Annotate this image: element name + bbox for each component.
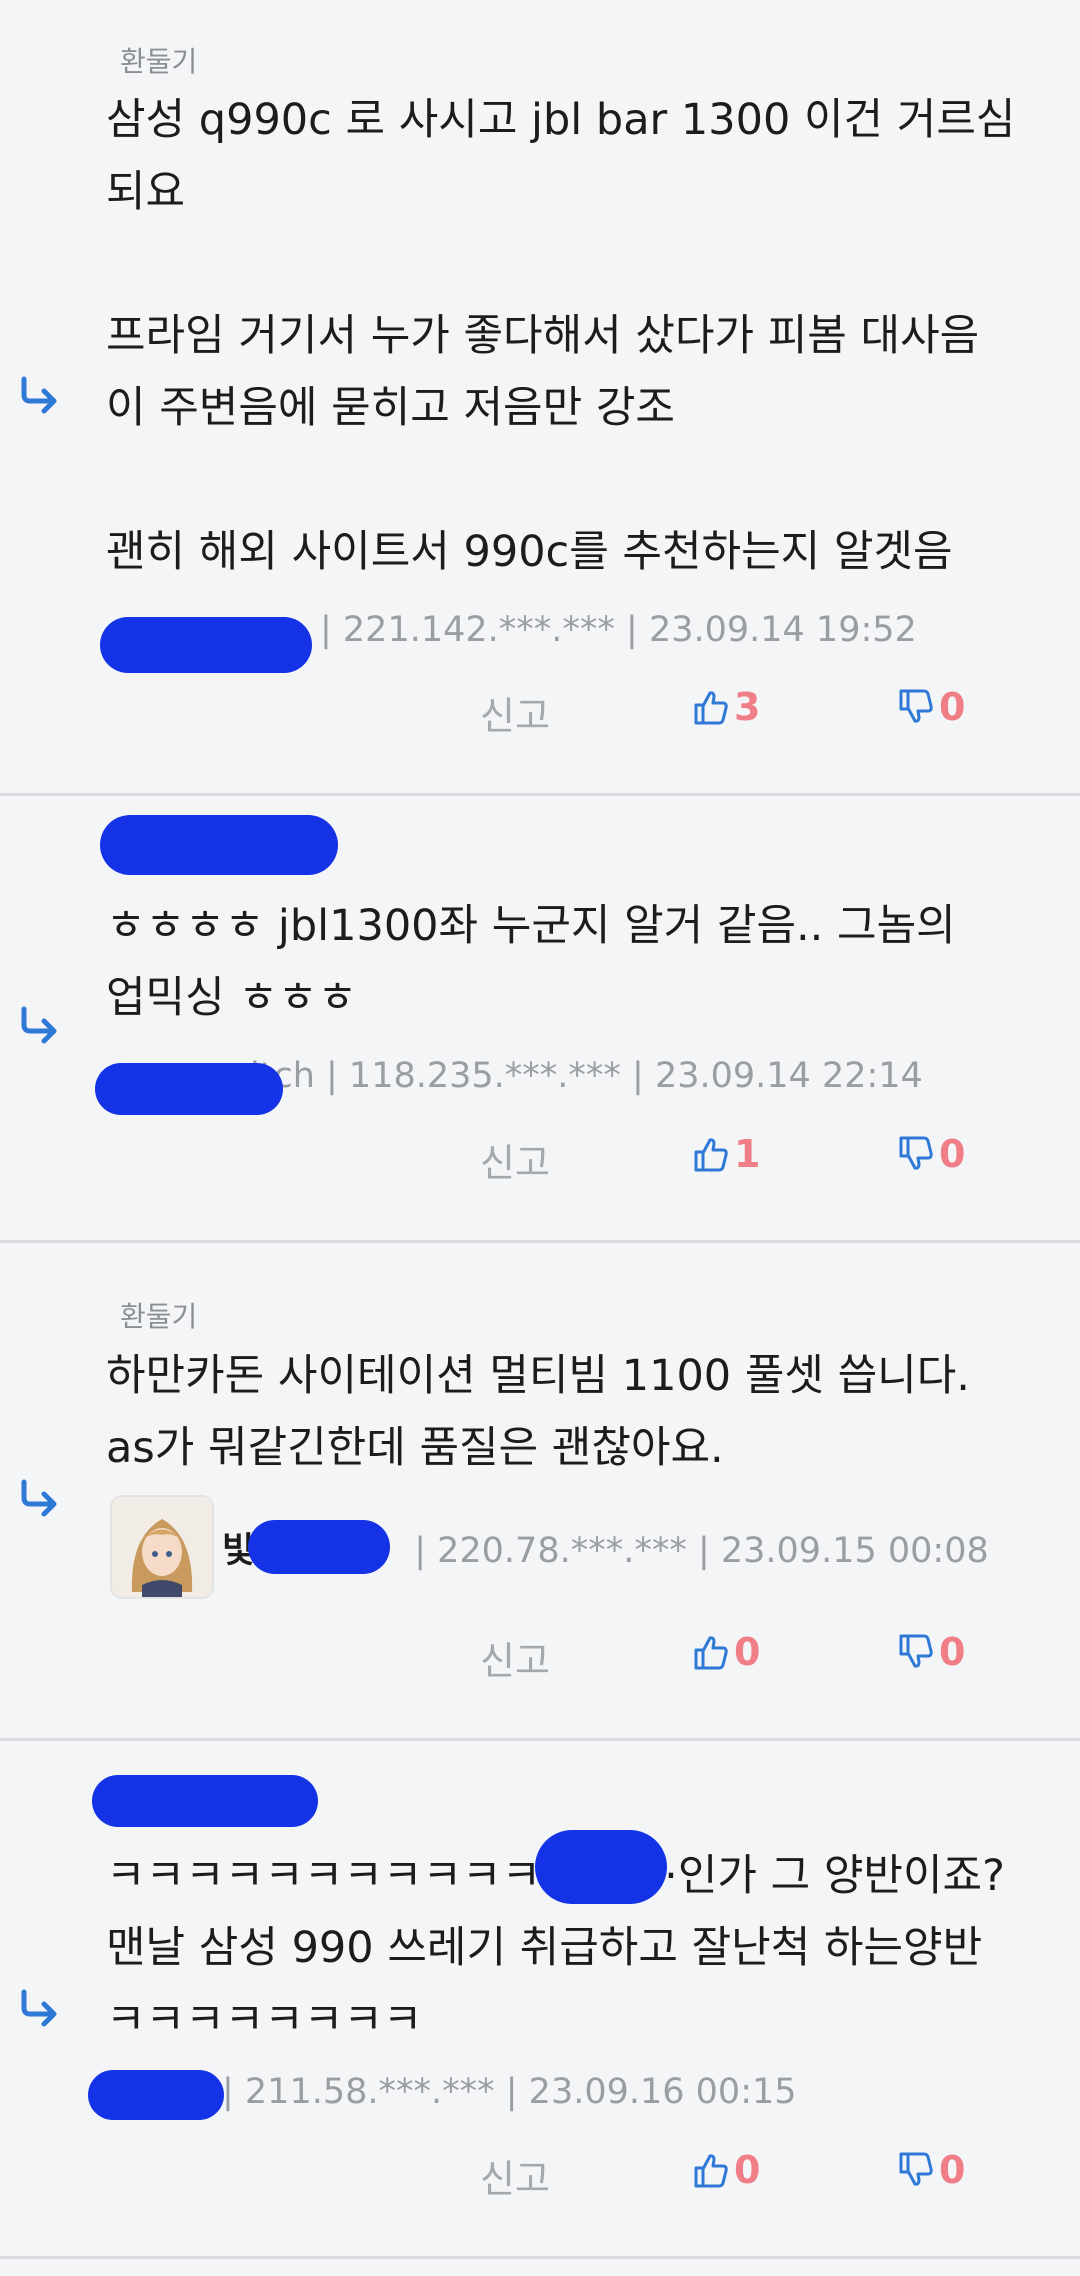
comment-text: 하만카돈 사이테이션 멀티빔 1100 풀셋 씁니다. as가 뭐같긴한데 품질… [106,1351,970,1473]
report-button[interactable]: 신고 [480,685,550,740]
comment-text: 삼성 q990c 로 사시고 jbl bar 1300 이건 거르심 되요 프라… [106,95,1016,577]
upvote-count: 0 [734,2148,761,2192]
downvote-count: 0 [939,1630,966,1674]
comment-divider [0,2256,1080,2259]
thumbs-down-icon [899,1634,933,1668]
reply-arrow-icon [21,1479,57,1517]
meta-ip-date: | 220.78.***.*** | 23.09.15 00:08 [414,1531,989,1571]
upvote-button[interactable]: 3 [690,685,760,729]
downvote-button[interactable]: 0 [895,685,965,729]
thumbs-down-icon [899,2152,933,2186]
user-badge: 환둘기 [120,1300,198,1333]
report-button[interactable]: 신고 [480,2148,550,2203]
comment-meta: itch | 118.235.***.*** | 23.09.14 22:14 [250,1056,923,1096]
avatar-image [112,1497,212,1597]
redaction-mark [88,2070,224,2120]
user-badge: 환둘기 [120,45,198,78]
reply-arrow-icon [21,1006,57,1044]
reply-arrow-icon [21,376,57,414]
comment-actions: 신고 0 0 [0,2148,1080,2208]
comment-actions: 신고 0 0 [0,1630,1080,1690]
downvote-count: 0 [939,2148,966,2192]
upvote-button[interactable]: 0 [690,1630,760,1674]
comment-actions: 신고 1 0 [0,1132,1080,1192]
redaction-mark [95,1063,283,1115]
upvote-count: 3 [734,685,761,729]
comment-divider [0,1240,1080,1243]
thumbs-up-icon [694,1636,728,1670]
comment-meta: | 211.58.***.*** | 23.09.16 00:15 [222,2072,797,2112]
comment-divider [0,1738,1080,1741]
meta-ip-date: | 211.58.***.*** | 23.09.16 00:15 [222,2072,797,2112]
downvote-count: 0 [939,685,966,729]
upvote-count: 0 [734,1630,761,1674]
downvote-button[interactable]: 0 [895,2148,965,2192]
upvote-count: 1 [734,1132,761,1176]
comment-actions: 신고 3 0 [0,685,1080,745]
thumbs-down-icon [899,1136,933,1170]
thumbs-up-icon [694,1138,728,1172]
thumbs-down-icon [899,689,933,723]
meta-ip-date: | 118.235.***.*** | 23.09.14 22:14 [326,1056,923,1096]
upvote-button[interactable]: 0 [690,2148,760,2192]
redaction-mark [100,815,338,875]
report-button[interactable]: 신고 [480,1132,550,1187]
redaction-mark [248,1520,390,1574]
reply-arrow-icon [21,1989,57,2027]
meta-ip-date: | 221.142.***.*** | 23.09.14 19:52 [320,610,917,650]
downvote-count: 0 [939,1132,966,1176]
report-button[interactable]: 신고 [480,1630,550,1685]
redaction-mark [92,1775,318,1827]
thumbs-up-icon [694,2154,728,2188]
upvote-button[interactable]: 1 [690,1132,760,1176]
comment-meta: | 221.142.***.*** | 23.09.14 19:52 [320,610,917,650]
downvote-button[interactable]: 0 [895,1630,965,1674]
redaction-mark [535,1830,667,1904]
comment-divider [0,793,1080,796]
avatar[interactable] [110,1495,214,1599]
comment-text: ㅎㅎㅎㅎ jbl1300좌 누군지 알거 같음.. 그놈의 업믹싱 ㅎㅎㅎ [106,901,956,1023]
redaction-mark [100,617,312,673]
downvote-button[interactable]: 0 [895,1132,965,1176]
thumbs-up-icon [694,691,728,725]
